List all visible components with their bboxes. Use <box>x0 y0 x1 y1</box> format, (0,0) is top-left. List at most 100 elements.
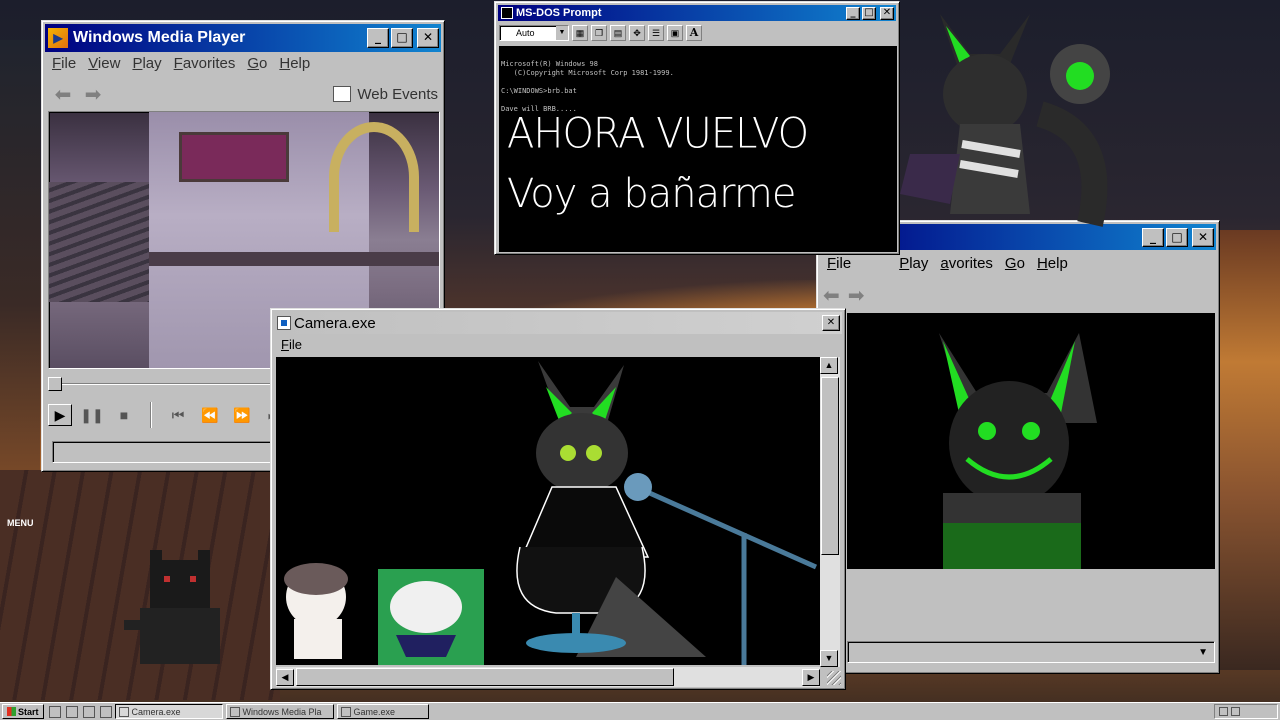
forward-arrow-icon[interactable]: ➡ <box>848 283 865 307</box>
game-menu-label[interactable]: MENU <box>7 518 34 528</box>
minimize-button[interactable]: _ <box>846 6 860 20</box>
channels-icon[interactable] <box>99 705 112 718</box>
streamer-avatar-art <box>900 14 1110 227</box>
scroll-left-icon[interactable]: ◀ <box>276 668 294 686</box>
email-icon[interactable] <box>82 705 95 718</box>
wmp-titlebar[interactable]: ▶ Windows Media Player _ □ ✕ <box>45 24 441 52</box>
maximize-button[interactable]: □ <box>862 6 876 20</box>
wmp-title: Windows Media Player <box>73 29 246 46</box>
console-line: (C)Copyright Microsoft Corp 1981-1999. <box>501 69 674 77</box>
task-camera[interactable]: Camera.exe <box>114 704 223 719</box>
vertical-scrollbar[interactable]: ▲ ▼ <box>820 357 840 667</box>
back-arrow-icon[interactable]: ⬅ <box>823 283 840 307</box>
close-button[interactable]: ✕ <box>1192 227 1214 247</box>
video-ledge <box>149 252 439 266</box>
chevron-down-icon[interactable]: ▼ <box>556 26 568 40</box>
menu-help[interactable]: Help <box>273 53 316 74</box>
pixel-character-mask <box>939 333 1097 569</box>
game-dropdown[interactable]: ▼ <box>847 641 1215 663</box>
video-window <box>179 132 289 182</box>
control-separator <box>150 402 152 428</box>
vertical-scroll-thumb[interactable] <box>821 377 839 555</box>
menu-view[interactable]: View <box>82 53 126 74</box>
brb-subline: Voy a bañarme <box>507 171 796 217</box>
video-stairs <box>49 182 159 302</box>
horizontal-scroll-thumb[interactable] <box>296 668 674 686</box>
menu-play[interactable]: Play <box>126 53 167 74</box>
pause-icon[interactable]: ❚❚ <box>80 404 104 426</box>
background-wall <box>0 40 40 480</box>
rewind-icon[interactable]: ⏪ <box>198 404 222 426</box>
forward-arrow-icon[interactable]: ➡ <box>78 82 108 107</box>
background-right-scene <box>1218 230 1280 670</box>
dos-title: MS-DOS Prompt <box>516 7 602 19</box>
menu-go[interactable]: Go <box>241 53 273 74</box>
game-window[interactable]: _ □ ✕ File Play avorites Go Help ⬅ ➡ ▼ <box>816 220 1220 674</box>
camera-feed-art <box>284 361 818 665</box>
console-line: Microsoft(R) Windows 98 <box>501 60 598 68</box>
brb-headline: AHORA VUELVO <box>507 109 809 159</box>
menu-file[interactable]: File <box>821 253 857 274</box>
minimize-button[interactable]: _ <box>1142 227 1164 247</box>
start-button[interactable]: Start <box>2 704 44 719</box>
wmp-logo-icon: ▶ <box>48 28 68 48</box>
back-arrow-icon[interactable]: ⬅ <box>48 82 78 107</box>
wmp-icon <box>229 706 240 717</box>
task-game[interactable]: Game.exe <box>336 704 429 719</box>
task-wmp[interactable]: Windows Media Pla <box>225 704 334 719</box>
scroll-down-icon[interactable]: ▼ <box>820 650 838 667</box>
play-icon[interactable]: ▶ <box>48 404 72 426</box>
scroll-up-icon[interactable]: ▲ <box>820 357 838 374</box>
system-tray <box>1214 704 1278 719</box>
properties-icon[interactable]: ☰ <box>648 25 664 41</box>
menu-file[interactable]: File <box>46 53 82 74</box>
fast-forward-icon[interactable]: ⏩ <box>230 404 254 426</box>
dos-titlebar[interactable]: MS-DOS Prompt _ □ ✕ <box>498 5 896 21</box>
background-icon[interactable]: ▣ <box>667 25 683 41</box>
mark-icon[interactable]: ▦ <box>572 25 588 41</box>
font-size-select[interactable]: Auto ▼ <box>499 25 569 41</box>
taskbar: Start Camera.exe Windows Media Pla Game.… <box>0 702 1280 720</box>
web-events-button[interactable]: Web Events <box>333 86 438 103</box>
game-video-area[interactable] <box>847 313 1215 569</box>
network-icon[interactable] <box>1219 707 1228 716</box>
dos-window[interactable]: MS-DOS Prompt _ □ ✕ Auto ▼ ▦ ❐ ▤ ✥ ☰ ▣ A… <box>494 1 900 255</box>
browser-icon[interactable] <box>65 705 78 718</box>
tray-app-icon[interactable] <box>1231 707 1240 716</box>
menu-favorites[interactable]: Favorites <box>168 53 242 74</box>
camera-feed[interactable] <box>276 357 820 665</box>
skip-back-icon[interactable]: ⏮ <box>166 404 190 426</box>
stop-icon[interactable]: ■ <box>112 404 136 426</box>
horizontal-scrollbar[interactable]: ◀ ▶ <box>276 667 820 687</box>
maximize-button[interactable]: □ <box>391 28 413 48</box>
windows-logo-icon <box>7 707 16 716</box>
close-button[interactable]: ✕ <box>822 315 840 331</box>
video-arch <box>329 122 419 232</box>
pixel-cat-sprite <box>124 550 220 664</box>
font-icon[interactable]: A <box>686 25 702 41</box>
dos-console[interactable]: Microsoft(R) Windows 98 (C)Copyright Mic… <box>499 46 897 252</box>
seek-thumb[interactable] <box>48 377 62 391</box>
close-button[interactable]: ✕ <box>417 28 439 48</box>
web-events-icon <box>333 86 352 102</box>
dos-icon <box>501 7 513 19</box>
copy-icon[interactable]: ❐ <box>591 25 607 41</box>
camera-window[interactable]: Camera.exe ✕ File ▲ ▼ ◀ ▶ <box>270 308 846 690</box>
resize-grip[interactable] <box>827 671 841 685</box>
camera-app-icon <box>118 706 129 717</box>
camera-title: Camera.exe <box>294 314 376 332</box>
camera-app-icon <box>277 316 291 330</box>
camera-titlebar[interactable]: Camera.exe ✕ <box>274 312 842 334</box>
close-button[interactable]: ✕ <box>880 6 894 20</box>
paste-icon[interactable]: ▤ <box>610 25 626 41</box>
show-desktop-icon[interactable] <box>48 705 61 718</box>
maximize-button[interactable]: □ <box>1166 227 1188 247</box>
start-label: Start <box>18 706 39 717</box>
menu-file[interactable]: File <box>275 335 308 354</box>
console-line: C:\WINDOWS>brb.bat <box>501 87 577 95</box>
minimize-button[interactable]: _ <box>367 28 389 48</box>
scroll-right-icon[interactable]: ▶ <box>802 668 820 686</box>
font-size-value: Auto <box>516 28 535 38</box>
fullscreen-icon[interactable]: ✥ <box>629 25 645 41</box>
game-app-icon <box>340 706 351 717</box>
